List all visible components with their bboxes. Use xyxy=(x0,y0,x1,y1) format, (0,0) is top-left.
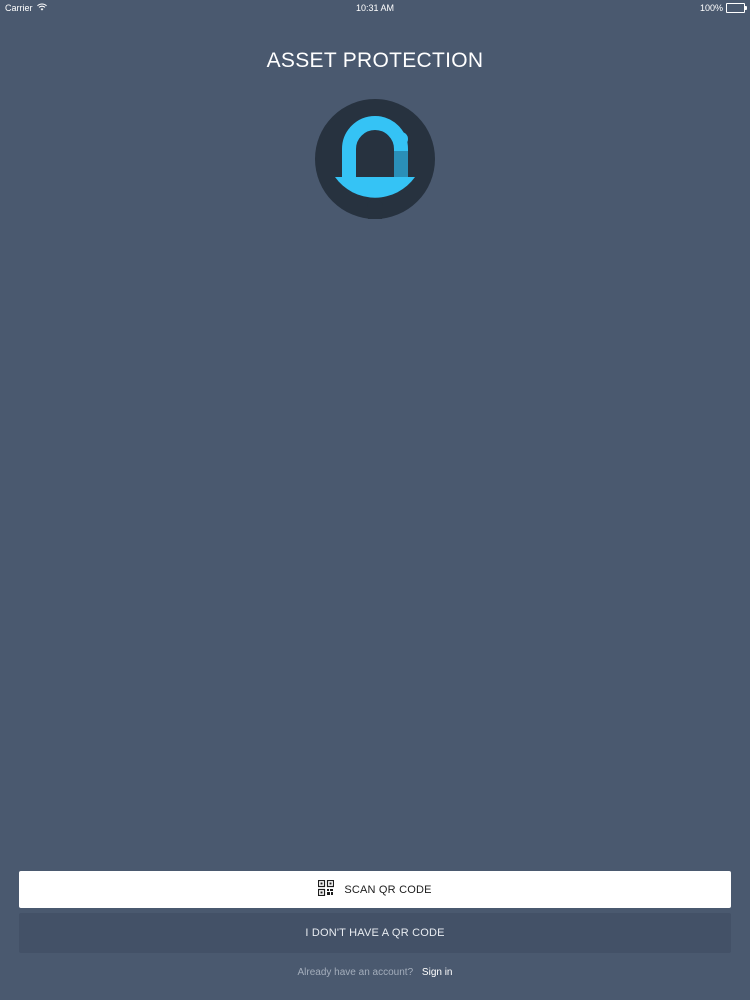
status-bar: Carrier 10:31 AM 100% xyxy=(0,0,750,16)
signin-link[interactable]: Sign in xyxy=(422,967,453,978)
no-qr-code-button[interactable]: I DON'T HAVE A QR CODE xyxy=(19,913,731,953)
padlock-logo-icon xyxy=(315,99,435,219)
status-right: 100% xyxy=(699,3,747,13)
scan-qr-label: SCAN QR CODE xyxy=(344,883,432,896)
scan-qr-button[interactable]: SCAN QR CODE xyxy=(19,871,731,908)
app-title: ASSET PROTECTION xyxy=(266,49,484,72)
status-time: 10:31 AM xyxy=(355,3,395,13)
qr-code-icon xyxy=(318,879,335,899)
battery-icon xyxy=(726,3,747,13)
signin-prompt: Already have an account? xyxy=(297,967,414,978)
battery-percentage: 100% xyxy=(699,3,723,13)
signin-row: Already have an account? Sign in xyxy=(0,967,750,978)
